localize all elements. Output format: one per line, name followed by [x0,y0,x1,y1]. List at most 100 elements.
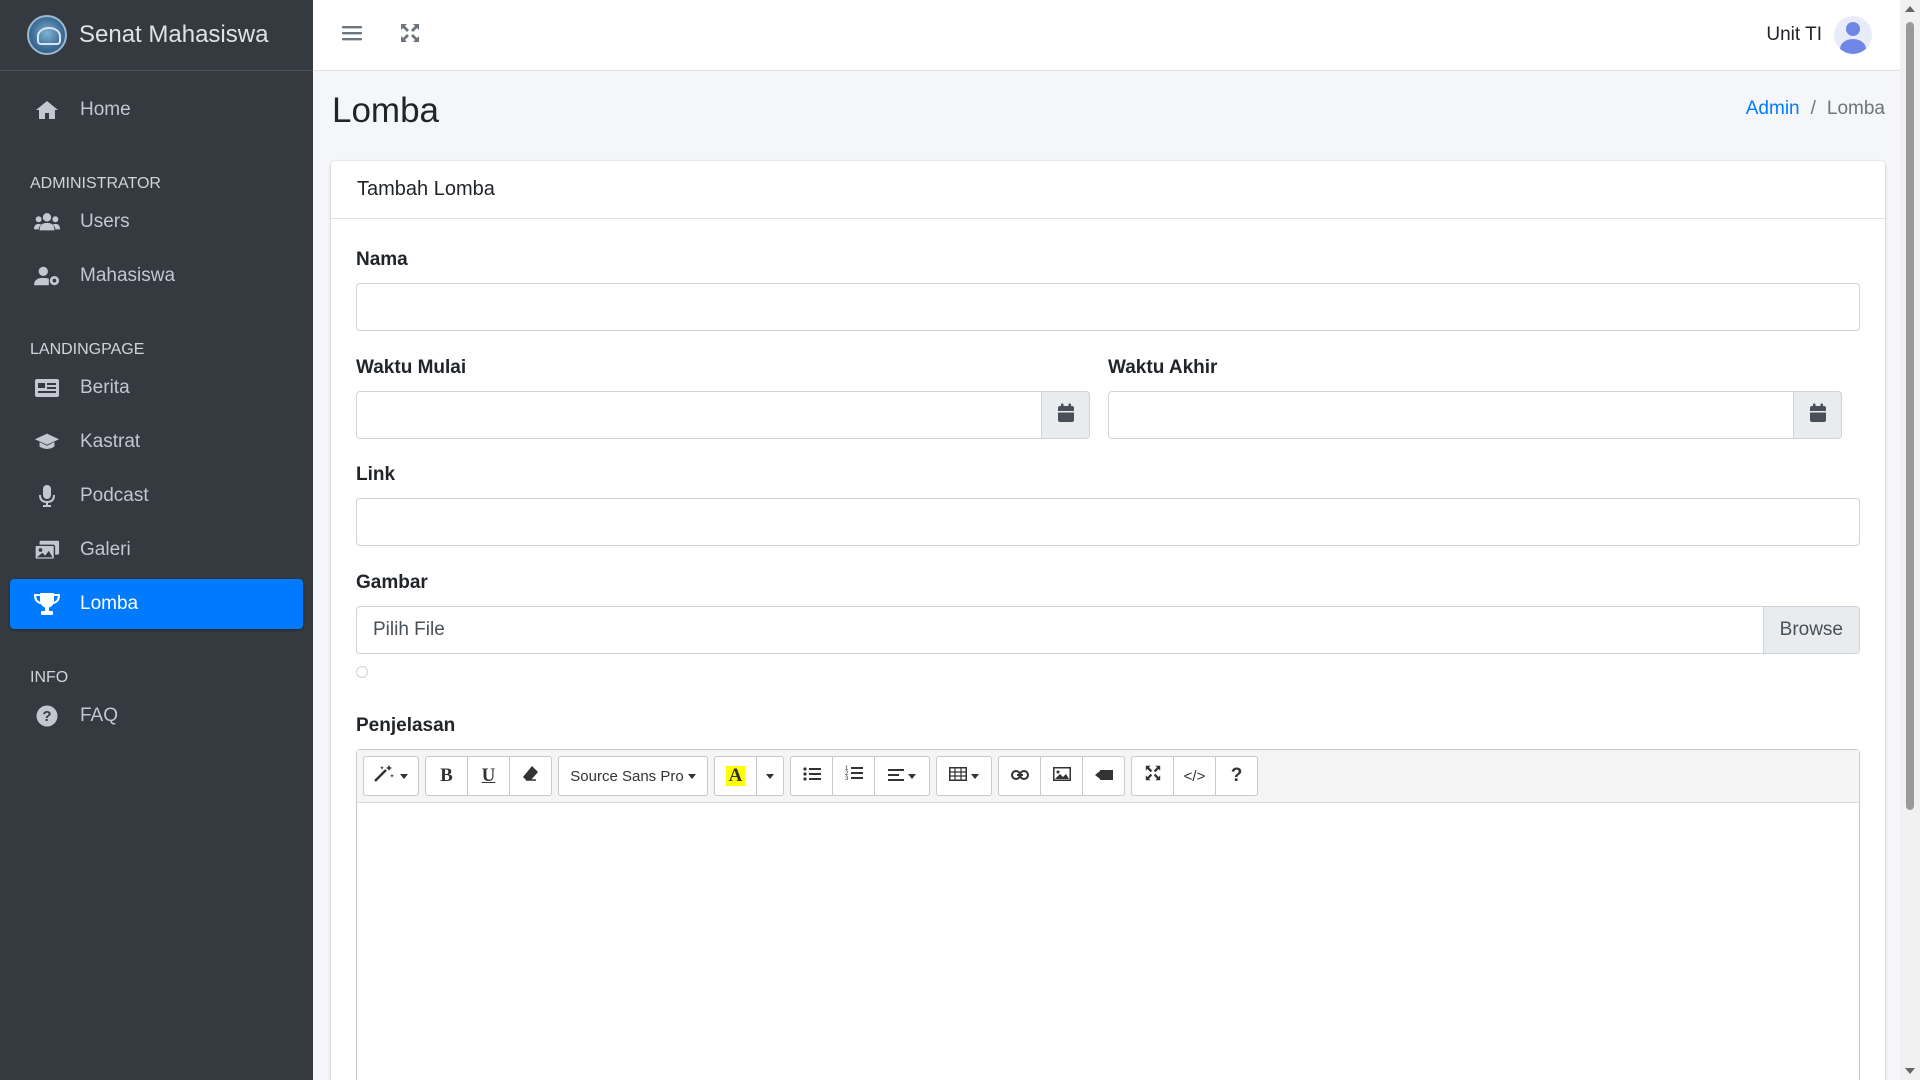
align-left-icon [888,765,904,787]
nav-header-administrator: ADMINISTRATOR [30,175,161,192]
sidebar: Senat Mahasiswa Home ADMINISTRATOR Users [0,0,313,1080]
sidebar-item-podcast[interactable]: Podcast [10,471,303,521]
breadcrumb-current: Lomba [1826,98,1885,119]
insert-link-button[interactable] [998,756,1041,796]
user-menu[interactable]: Unit TI [1766,16,1872,54]
sidebar-item-berita[interactable]: Berita [10,363,303,413]
font-family-dropdown[interactable]: Source Sans Pro [558,756,708,796]
sidebar-item-kastrat[interactable]: Kastrat [10,417,303,467]
font-family-value: Source Sans Pro [570,767,684,785]
nav-header-info: INFO [30,669,69,686]
sidebar-item-users[interactable]: Users [10,197,303,247]
sidebar-item-galeri[interactable]: Galeri [10,525,303,575]
highlight-color-button[interactable]: A [714,756,757,796]
nama-input[interactable] [356,283,1860,331]
ordered-list-button[interactable]: 123 [832,756,875,796]
link-input[interactable] [356,498,1860,546]
brand-title: Senat Mahasiswa [79,21,269,48]
waktu-akhir-calendar-button[interactable] [1794,391,1842,439]
page-scrollbar[interactable] [1900,0,1920,1080]
brand-link[interactable]: Senat Mahasiswa [0,0,313,71]
paragraph-align-dropdown[interactable] [874,756,930,796]
editor-content-area[interactable] [357,803,1859,1080]
home-icon [34,98,60,122]
underline-button[interactable]: U [467,756,510,796]
graduation-cap-icon [34,430,60,454]
top-navbar: Unit TI [313,0,1900,71]
hamburger-icon [342,25,362,46]
app-root: Senat Mahasiswa Home ADMINISTRATOR Users [0,0,1920,1080]
editor-fullscreen-button[interactable] [1131,756,1174,796]
scroll-up-arrow-icon[interactable] [1905,6,1915,12]
waktu-akhir-input[interactable] [1108,391,1794,439]
font-color-icon: A [725,766,746,786]
clear-format-button[interactable] [509,756,552,796]
microphone-icon [34,484,60,508]
insert-video-button[interactable] [1082,756,1125,796]
user-name: Unit TI [1766,24,1822,45]
browse-button[interactable]: Browse [1762,607,1859,653]
style-group [363,756,419,796]
editor-toolbar: B U Source Sans Pro A 1 2 3 </> ? [357,750,1859,803]
scroll-down-arrow-icon[interactable] [1905,1068,1915,1074]
caret-down-icon [971,773,979,779]
list-ul-icon [802,765,821,787]
breadcrumb-separator: / [1810,98,1816,119]
color-group: A [714,756,784,796]
view-group: </> ? [1131,756,1258,796]
user-cog-icon [34,264,60,288]
calendar-icon [1809,403,1827,428]
code-view-button[interactable]: </> [1173,756,1216,796]
caret-down-icon [766,773,774,779]
table-icon [949,765,967,787]
unordered-list-button[interactable] [790,756,833,796]
magic-wand-icon [374,764,396,788]
sidebar-item-label: Lomba [80,593,139,614]
sidebar-item-label: Podcast [80,485,149,506]
users-icon [34,210,60,234]
color-dropdown-button[interactable] [756,756,784,796]
caret-down-icon [908,773,916,779]
sidebar-item-mahasiswa[interactable]: Mahasiswa [10,251,303,301]
scroll-thumb[interactable] [1906,22,1914,810]
expand-icon [1145,765,1161,787]
sidebar-item-faq[interactable]: ? FAQ [10,691,303,741]
fullscreen-button[interactable] [395,20,425,50]
waktu-mulai-calendar-button[interactable] [1042,391,1090,439]
sidebar-toggle-button[interactable] [337,20,367,50]
question-circle-icon: ? [34,704,60,728]
style-dropdown-button[interactable] [363,756,419,796]
picture-icon [1052,765,1071,787]
waktu-akhir-label: Waktu Akhir [1108,357,1218,378]
gambar-label: Gambar [356,572,428,593]
link-icon [1010,765,1029,787]
waktu-mulai-input[interactable] [356,391,1042,439]
insert-picture-button[interactable] [1040,756,1083,796]
sidebar-nav: Home ADMINISTRATOR Users Mahasiswa LANDI… [0,71,313,741]
svg-text:3: 3 [845,776,849,781]
font-style-group: B U [425,756,552,796]
caret-down-icon [400,773,408,779]
table-dropdown-button[interactable] [936,756,992,796]
breadcrumb-admin-link[interactable]: Admin [1746,98,1800,120]
main-content: Lomba Admin / Lomba Tambah Lomba Nama Wa… [313,71,1900,1080]
sidebar-item-home[interactable]: Home [10,85,303,135]
nav-header-landingpage: LANDINGPAGE [30,341,145,358]
sidebar-item-label: Users [80,211,130,232]
waktu-mulai-label: Waktu Mulai [356,357,467,378]
bold-button[interactable]: B [425,756,468,796]
help-button[interactable]: ? [1215,756,1258,796]
trophy-icon [34,592,60,616]
sidebar-item-label: Home [80,99,131,120]
nama-label: Nama [356,249,408,270]
newspaper-icon [34,376,60,400]
sidebar-item-lomba[interactable]: Lomba [10,579,303,629]
gambar-file-input[interactable]: Pilih File Browse [356,606,1860,654]
file-input-placeholder: Pilih File [373,619,445,640]
card-title: Tambah Lomba [331,161,1885,219]
eraser-icon [522,765,539,787]
images-icon [34,538,60,562]
page-title: Lomba [332,91,440,130]
sidebar-item-label: Kastrat [80,431,141,452]
list-ol-icon: 123 [845,765,863,787]
